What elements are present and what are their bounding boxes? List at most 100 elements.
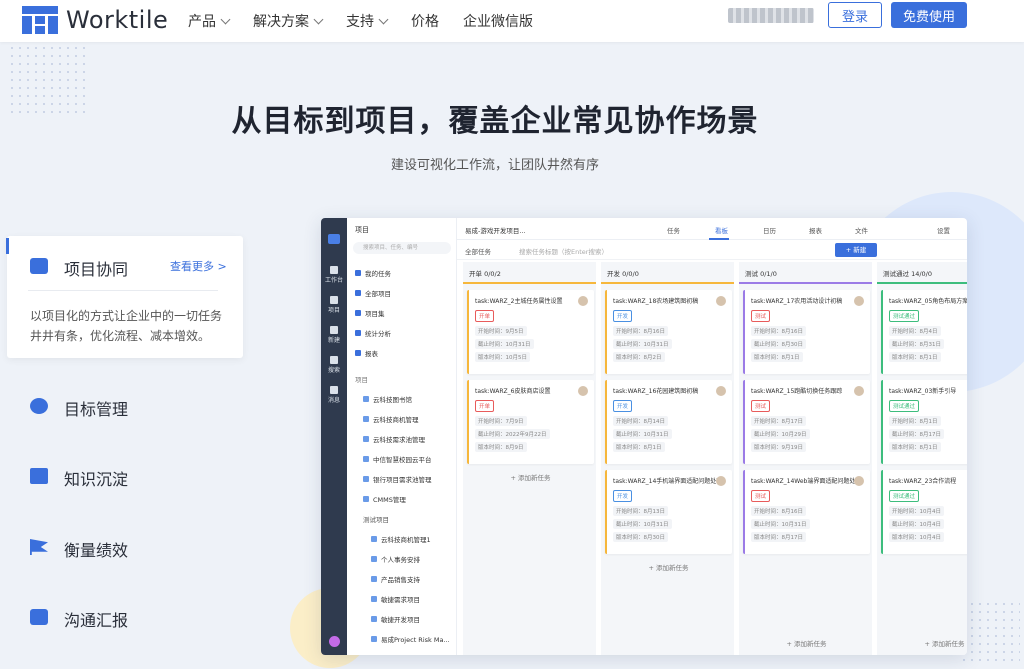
main-menu: 产品 解决方案 支持 价格 企业微信版 — [188, 0, 557, 42]
project-item[interactable]: 中信智慧校园云平台 — [363, 454, 432, 464]
task-field: 版本时间：8月17日 — [751, 532, 806, 542]
feature-item-performance[interactable]: 衡量绩效 — [64, 537, 128, 561]
search-icon — [330, 356, 338, 364]
project-item[interactable]: 云科技需求池管理 — [363, 434, 425, 444]
menu-all-projects[interactable]: 全部项目 — [355, 288, 391, 298]
task-card[interactable]: task:WARZ_14Web端界面适配问题处理 测试 开始时间：8月16日 截止时间… — [743, 470, 870, 554]
task-card[interactable]: task:WARZ_6皮肤商店设置 开单 开始时间：7月9日 截止时间：2022年9月… — [467, 380, 594, 464]
menu-wecom[interactable]: 企业微信版 — [463, 11, 533, 31]
task-field: 版本时间：8月1日 — [613, 442, 665, 452]
menu-solutions[interactable]: 解决方案 — [253, 11, 324, 31]
tab-reports[interactable]: 报表 — [809, 225, 822, 235]
tab-board[interactable]: 看板 — [715, 225, 728, 235]
rail-message[interactable]: 消息 — [321, 386, 347, 404]
logo-text: Worktile — [66, 6, 169, 34]
project-item[interactable]: 产品销售支持 — [371, 574, 420, 584]
task-card[interactable]: task:WARZ_23合作流程 测试通过 开始时间：10月4日 截止时间：10月4日… — [881, 470, 967, 554]
column-color-bar — [601, 282, 734, 284]
task-field: 版本时间：8月1日 — [889, 352, 941, 362]
divider — [28, 290, 218, 291]
task-title: task:WARZ_03新手引导 — [889, 388, 957, 395]
project-item[interactable]: 敏捷需求项目 — [371, 594, 420, 604]
project-icon — [330, 296, 338, 304]
feature-description: 以项目化的方式让企业中的一切任务井井有条，优化流程、减本增效。 — [30, 309, 223, 343]
chevron-down-icon — [378, 14, 389, 24]
menu-my-tasks[interactable]: 我的任务 — [355, 268, 391, 278]
tab-calendar[interactable]: 日历 — [763, 225, 776, 235]
tab-files[interactable]: 文件 — [855, 225, 868, 235]
add-task-button[interactable]: + 添加新任务 — [743, 636, 870, 652]
task-card[interactable]: task:WARZ_14手机端界面适配问题处理 开发 开始时间：8月13日 截止时间：… — [605, 470, 732, 554]
status-badge: 开单 — [475, 400, 495, 412]
project-item[interactable]: 个人事务安排 — [371, 554, 420, 564]
menu-analytics[interactable]: 统计分析 — [355, 328, 391, 338]
menu-label: 解决方案 — [253, 14, 309, 30]
projects-section-header[interactable]: 项目 — [355, 374, 368, 384]
project-item[interactable]: 易成Project Risk Ma... — [371, 634, 450, 644]
status-badge: 开单 — [475, 310, 495, 322]
menu-support[interactable]: 支持 — [346, 11, 389, 31]
task-title: task:WARZ_18农场建筑图初稿 — [613, 298, 699, 305]
add-task-button[interactable]: + 添加新任务 — [881, 636, 967, 652]
assignee-avatar — [578, 386, 588, 396]
board-topbar: 易成-游戏开发项目... 任务 看板 日历 报表 文件 设置 — [457, 218, 967, 240]
task-field: 开始时间：8月16日 — [613, 326, 668, 336]
task-card[interactable]: task:WARZ_18农场建筑图初稿 开发 开始时间：8月16日 截止时间：10月3… — [605, 290, 732, 374]
task-field: 开始时间：8月14日 — [613, 416, 668, 426]
project-item[interactable]: 敏捷开发项目 — [371, 614, 420, 624]
app-logo-icon — [328, 234, 340, 244]
project-sidebar: 项目 搜索项目、任务、编号 我的任务 全部项目 项目集 统计分析 报表 项目 云… — [347, 218, 457, 655]
new-task-button[interactable]: + 新建 — [835, 243, 877, 257]
hero-title: 从目标到项目，覆盖企业常见协作场景 — [231, 104, 759, 139]
menu-product[interactable]: 产品 — [188, 11, 231, 31]
task-card[interactable]: task:WARZ_05角色布局方案 测试通过 开始时间：8月4日 截止时间：8月31… — [881, 290, 967, 374]
task-field: 开始时间：8月17日 — [751, 416, 806, 426]
view-more-link[interactable]: 查看更多 > — [170, 258, 227, 274]
assignee-avatar — [854, 476, 864, 486]
kanban-column: 开发 0/0/0 task:WARZ_18农场建筑图初稿 开发 开始时间：8月16日截… — [601, 262, 734, 655]
task-card[interactable]: task:WARZ_03新手引导 测试通过 开始时间：8月1日 截止时间：8月17日版… — [881, 380, 967, 464]
filter-all-tasks[interactable]: 全部任务 — [465, 246, 491, 256]
project-item[interactable]: 银行项目需求池管理 — [363, 474, 432, 484]
assignee-avatar — [854, 296, 864, 306]
task-field: 版本时间：8月9日 — [475, 442, 527, 452]
task-field: 截止时间：2022年9月22日 — [475, 429, 550, 439]
menu-project-set[interactable]: 项目集 — [355, 308, 385, 318]
project-item[interactable]: CMMS管理 — [363, 494, 406, 504]
rail-new[interactable]: 新建 — [321, 326, 347, 344]
rail-workbench[interactable]: 工作台 — [321, 266, 347, 284]
project-item[interactable]: 云科技商机管理 — [363, 414, 419, 424]
menu-label: 企业微信版 — [463, 14, 533, 30]
menu-reports[interactable]: 报表 — [355, 348, 378, 358]
rail-search[interactable]: 搜索 — [321, 356, 347, 374]
login-button[interactable]: 登录 — [828, 2, 882, 28]
user-avatar[interactable] — [329, 636, 340, 647]
task-card[interactable]: task:WARZ_17农用活动设计初稿 测试 开始时间：8月16日 截止时间：8月3… — [743, 290, 870, 374]
inbox-icon — [30, 258, 48, 274]
task-card[interactable]: task:WARZ_16花园建筑图初稿 开发 开始时间：8月14日 截止时间：10月3… — [605, 380, 732, 464]
active-indicator — [6, 238, 9, 254]
add-task-button[interactable]: + 添加新任务 — [467, 470, 594, 486]
tab-tasks[interactable]: 任务 — [667, 225, 680, 235]
test-section-header[interactable]: 测试项目 — [363, 514, 389, 524]
feature-item-goal[interactable]: 目标管理 — [64, 396, 128, 420]
feature-item-report[interactable]: 沟通汇报 — [64, 607, 128, 631]
task-search-input[interactable]: 搜索任务标题（按Enter搜索） — [519, 246, 608, 256]
task-field: 版本时间：8月30日 — [613, 532, 668, 542]
free-trial-button[interactable]: 免费使用 — [891, 2, 967, 28]
project-search-input[interactable]: 搜索项目、任务、编号 — [353, 242, 451, 254]
rail-project[interactable]: 项目 — [321, 296, 347, 314]
logo[interactable]: Worktile — [22, 6, 168, 34]
feature-item-knowledge[interactable]: 知识沉淀 — [64, 466, 128, 490]
status-badge: 测试通过 — [889, 490, 920, 502]
column-title: 测试通过 14/0/0 — [883, 270, 932, 278]
add-task-button[interactable]: + 添加新任务 — [605, 560, 732, 576]
task-card[interactable]: task:WARZ_15跑酷切换任务跟踪 测试 开始时间：8月17日 截止时间：10月… — [743, 380, 870, 464]
task-card[interactable]: task:WARZ_2主城任务属性设置 开单 开始时间：9月5日 截止时间：10月31… — [467, 290, 594, 374]
status-badge: 开发 — [613, 490, 633, 502]
project-item[interactable]: 云科技图书馆 — [363, 394, 412, 404]
project-item[interactable]: 云科技商机管理1 — [371, 534, 431, 544]
menu-pricing[interactable]: 价格 — [411, 11, 439, 31]
project-breadcrumb[interactable]: 易成-游戏开发项目... — [465, 225, 526, 235]
settings-button[interactable]: 设置 — [937, 225, 950, 235]
